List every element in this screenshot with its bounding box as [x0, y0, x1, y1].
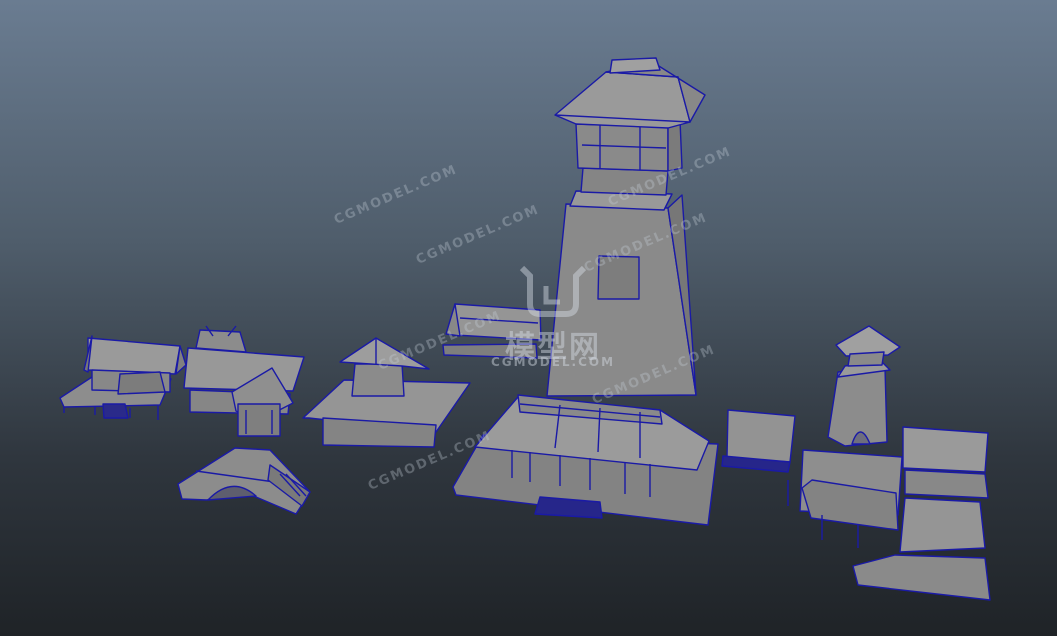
brand-en-text: CGMODEL.COM: [490, 355, 616, 369]
round-lookout-tower-model[interactable]: [827, 325, 901, 447]
brand-logo-icon: [519, 265, 587, 317]
small-box-house-model[interactable]: [721, 409, 796, 473]
courtyard-complex-model[interactable]: [787, 426, 991, 601]
arch-bridge-model[interactable]: [177, 447, 311, 515]
3d-viewport[interactable]: CGMODEL.COM CGMODEL.COM CGMODEL.COM CGMO…: [0, 0, 1057, 636]
main-hall-model[interactable]: [452, 394, 719, 526]
stilt-house-model[interactable]: [59, 335, 187, 420]
shrine-house-model[interactable]: [183, 325, 305, 437]
brand-watermark-logo: 模型网 CGMODEL.COM: [478, 264, 628, 374]
